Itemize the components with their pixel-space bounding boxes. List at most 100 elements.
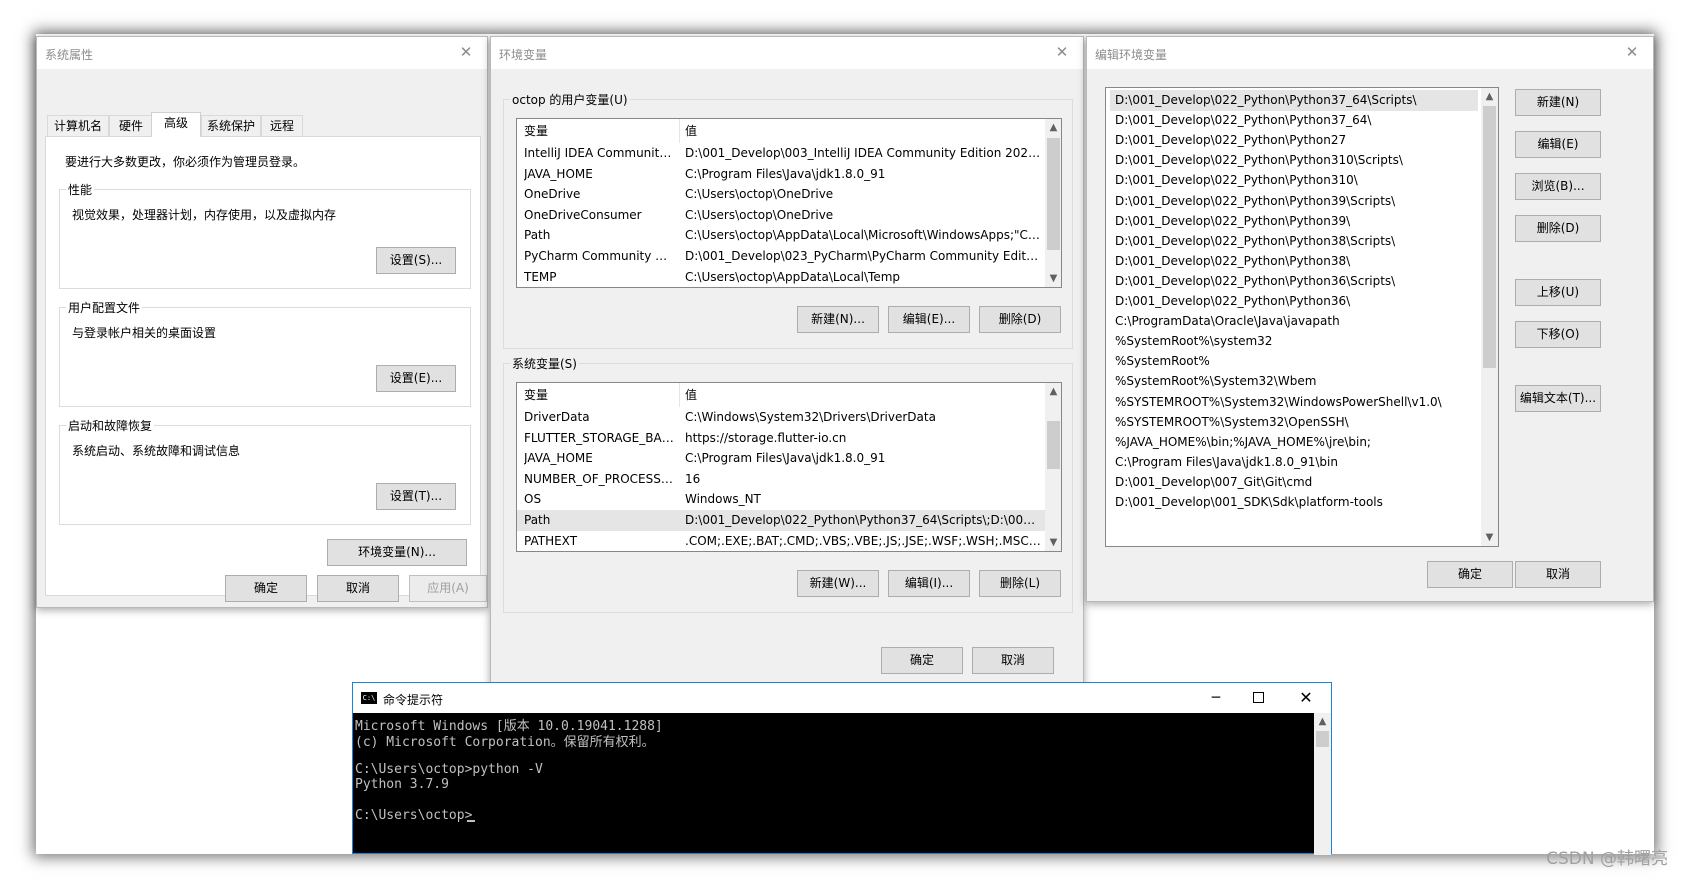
scroll-down-icon[interactable]: ▼ xyxy=(1045,270,1061,287)
path-item[interactable]: C:\ProgramData\Oracle\Java\javapath xyxy=(1110,311,1478,332)
user-edit-button[interactable]: 编辑(E)... xyxy=(888,306,970,333)
tab-hardware[interactable]: 硬件 xyxy=(109,115,153,136)
path-item[interactable]: D:\001_Develop\022_Python\Python37_64\Sc… xyxy=(1110,90,1478,111)
variable-row[interactable]: TEMP C:\Users\octop\AppData\Local\Temp xyxy=(517,267,1045,287)
performance-settings-button[interactable]: 设置(S)... xyxy=(376,247,456,274)
variable-name: NUMBER_OF_PROCESSORS xyxy=(524,471,674,486)
path-item[interactable]: D:\001_Develop\022_Python\Python36\Scrip… xyxy=(1110,271,1478,292)
maximize-icon[interactable] xyxy=(1253,692,1264,703)
vertical-scrollbar[interactable]: ▲ ▼ xyxy=(1045,383,1061,551)
vertical-scrollbar[interactable]: ▲ ▼ xyxy=(1045,119,1061,287)
move-up-button[interactable]: 上移(U) xyxy=(1515,279,1601,306)
ok-button[interactable]: 确定 xyxy=(881,647,963,674)
vertical-scrollbar[interactable]: ▲ ▼ xyxy=(1481,88,1498,546)
scroll-thumb[interactable] xyxy=(1047,421,1060,469)
tab-advanced[interactable]: 高级 xyxy=(151,112,201,137)
console-output[interactable]: Microsoft Windows [版本 10.0.19041.1288] (c… xyxy=(353,713,1313,853)
scroll-up-icon[interactable]: ▲ xyxy=(1045,119,1061,136)
system-variables-list[interactable]: 变量 值 DriverData C:\Windows\System32\Drive… xyxy=(516,382,1062,552)
user-delete-button[interactable]: 删除(D) xyxy=(979,306,1061,333)
edit-button[interactable]: 编辑(E) xyxy=(1515,131,1601,158)
variable-value: 16 xyxy=(685,471,701,486)
path-item[interactable]: D:\001_Develop\022_Python\Python37_64\ xyxy=(1110,110,1478,131)
close-icon[interactable]: ✕ xyxy=(1619,41,1645,63)
variable-row[interactable]: PyCharm Community Editi... D:\001_Develop… xyxy=(517,246,1045,267)
close-icon[interactable]: ✕ xyxy=(453,41,479,63)
path-item[interactable]: %JAVA_HOME%\bin;%JAVA_HOME%\jre\bin; xyxy=(1110,432,1478,453)
cancel-button[interactable]: 取消 xyxy=(1515,561,1601,588)
path-item[interactable]: %SystemRoot% xyxy=(1110,351,1478,372)
path-item[interactable]: D:\001_Develop\022_Python\Python36\ xyxy=(1110,291,1478,312)
performance-desc: 视觉效果，处理器计划，内存使用，以及虚拟内存 xyxy=(72,208,337,222)
path-item[interactable]: D:\001_Develop\022_Python\Python38\ xyxy=(1110,251,1478,272)
close-icon[interactable]: ✕ xyxy=(1049,41,1075,63)
system-delete-button[interactable]: 删除(L) xyxy=(979,570,1061,597)
path-item[interactable]: D:\001_Develop\022_Python\Python39\ xyxy=(1110,211,1478,232)
list-header: 变量 值 xyxy=(517,383,1045,407)
path-item[interactable]: D:\001_Develop\022_Python\Python310\Scri… xyxy=(1110,150,1478,171)
variable-row[interactable]: FLUTTER_STORAGE_BASE_... https://storage.… xyxy=(517,428,1045,449)
path-item[interactable]: D:\001_Develop\022_Python\Python27 xyxy=(1110,130,1478,151)
tab-remote[interactable]: 远程 xyxy=(261,115,303,136)
browse-button[interactable]: 浏览(B)... xyxy=(1515,173,1601,200)
variable-row[interactable]: DriverData C:\Windows\System32\Drivers\Dr… xyxy=(517,407,1045,428)
column-header-variable[interactable]: 变量 xyxy=(524,119,674,143)
user-new-button[interactable]: 新建(N)... xyxy=(797,306,879,333)
path-item[interactable]: D:\001_Develop\001_SDK\Sdk\platform-tool… xyxy=(1110,492,1478,513)
variable-row[interactable]: JAVA_HOME C:\Program Files\Java\jdk1.8.0_… xyxy=(517,164,1045,185)
cancel-button[interactable]: 取消 xyxy=(317,575,399,602)
scroll-thumb[interactable] xyxy=(1047,138,1060,250)
user-profiles-settings-button[interactable]: 设置(E)... xyxy=(376,365,456,392)
move-down-button[interactable]: 下移(O) xyxy=(1515,321,1601,348)
vertical-scrollbar[interactable]: ▲ xyxy=(1314,713,1331,855)
column-header-value[interactable]: 值 xyxy=(685,119,1035,143)
variable-row[interactable]: JAVA_HOME C:\Program Files\Java\jdk1.8.0_… xyxy=(517,448,1045,469)
column-header-variable[interactable]: 变量 xyxy=(524,383,674,407)
variable-row[interactable]: NUMBER_OF_PROCESSORS 16 xyxy=(517,469,1045,490)
ok-button[interactable]: 确定 xyxy=(1427,561,1513,588)
ok-button[interactable]: 确定 xyxy=(225,575,307,602)
new-button[interactable]: 新建(N) xyxy=(1515,89,1601,116)
variable-row[interactable]: Path D:\001_Develop\022_Python\Python37_6… xyxy=(517,510,1045,531)
variable-row[interactable]: OneDriveConsumer C:\Users\octop\OneDrive xyxy=(517,205,1045,226)
variable-row[interactable]: OS Windows_NT xyxy=(517,489,1045,510)
edit-text-button[interactable]: 编辑文本(T)... xyxy=(1515,385,1601,412)
variable-row[interactable]: OneDrive C:\Users\octop\OneDrive xyxy=(517,184,1045,205)
user-variables-list[interactable]: 变量 值 IntelliJ IDEA Community E... D:\001_… xyxy=(516,118,1062,288)
tab-computer-name[interactable]: 计算机名 xyxy=(47,115,109,136)
minimize-icon[interactable]: ─ xyxy=(1207,690,1225,706)
path-list[interactable]: D:\001_Develop\022_Python\Python37_64\Sc… xyxy=(1105,87,1499,547)
column-header-value[interactable]: 值 xyxy=(685,383,1035,407)
environment-variables-button[interactable]: 环境变量(N)... xyxy=(327,539,467,566)
console-line: Python 3.7.9 xyxy=(355,777,449,792)
path-item[interactable]: C:\Program Files\Java\jdk1.8.0_91\bin xyxy=(1110,452,1478,473)
startup-settings-button[interactable]: 设置(T)... xyxy=(376,483,456,510)
scroll-down-icon[interactable]: ▼ xyxy=(1045,534,1061,551)
scroll-up-icon[interactable]: ▲ xyxy=(1481,88,1498,105)
variable-row[interactable]: PATHEXT .COM;.EXE;.BAT;.CMD;.VBS;.VBE;.JS… xyxy=(517,531,1045,551)
close-icon[interactable]: ✕ xyxy=(1297,688,1315,707)
system-new-button[interactable]: 新建(W)... xyxy=(797,570,879,597)
path-item[interactable]: %SystemRoot%\system32 xyxy=(1110,331,1478,352)
path-item[interactable]: D:\001_Develop\007_Git\Git\cmd xyxy=(1110,472,1478,493)
path-item[interactable]: %SYSTEMROOT%\System32\OpenSSH\ xyxy=(1110,412,1478,433)
variable-name: Path xyxy=(524,513,551,527)
scroll-thumb[interactable] xyxy=(1316,731,1329,747)
tab-system-protection[interactable]: 系统保护 xyxy=(201,115,261,136)
path-item[interactable]: D:\001_Develop\022_Python\Python38\Scrip… xyxy=(1110,231,1478,252)
variable-row[interactable]: IntelliJ IDEA Community E... D:\001_Devel… xyxy=(517,143,1045,164)
path-item[interactable]: D:\001_Develop\022_Python\Python310\ xyxy=(1110,170,1478,191)
delete-button[interactable]: 删除(D) xyxy=(1515,215,1601,242)
apply-button[interactable]: 应用(A) xyxy=(409,575,487,602)
system-edit-button[interactable]: 编辑(I)... xyxy=(888,570,970,597)
variable-value: C:\Users\octop\AppData\Local\Microsoft\W… xyxy=(685,228,1041,243)
scroll-up-icon[interactable]: ▲ xyxy=(1314,713,1331,730)
cancel-button[interactable]: 取消 xyxy=(972,647,1054,674)
variable-row[interactable]: Path C:\Users\octop\AppData\Local\Microso… xyxy=(517,225,1045,246)
scroll-down-icon[interactable]: ▼ xyxy=(1481,529,1498,546)
path-item[interactable]: %SystemRoot%\System32\Wbem xyxy=(1110,371,1478,392)
scroll-thumb[interactable] xyxy=(1483,106,1496,368)
path-item[interactable]: D:\001_Develop\022_Python\Python39\Scrip… xyxy=(1110,191,1478,212)
scroll-up-icon[interactable]: ▲ xyxy=(1045,383,1061,400)
path-item[interactable]: %SYSTEMROOT%\System32\WindowsPowerShell\… xyxy=(1110,392,1478,413)
